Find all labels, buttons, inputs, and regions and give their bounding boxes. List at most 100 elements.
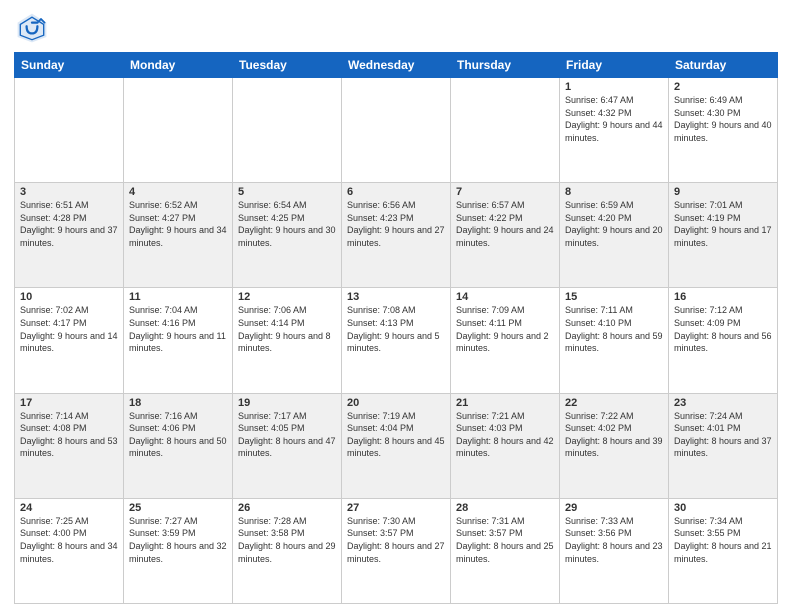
day-number: 25 <box>129 502 227 514</box>
calendar-cell: 19Sunrise: 7:17 AM Sunset: 4:05 PM Dayli… <box>233 393 342 498</box>
day-number: 1 <box>565 81 663 93</box>
calendar-cell: 14Sunrise: 7:09 AM Sunset: 4:11 PM Dayli… <box>451 288 560 393</box>
calendar-cell: 29Sunrise: 7:33 AM Sunset: 3:56 PM Dayli… <box>560 498 669 603</box>
day-number: 8 <box>565 186 663 198</box>
day-info: Sunrise: 7:06 AM Sunset: 4:14 PM Dayligh… <box>238 304 336 354</box>
logo <box>14 10 54 46</box>
calendar-week-4: 17Sunrise: 7:14 AM Sunset: 4:08 PM Dayli… <box>15 393 778 498</box>
day-number: 14 <box>456 291 554 303</box>
calendar-cell: 3Sunrise: 6:51 AM Sunset: 4:28 PM Daylig… <box>15 183 124 288</box>
col-friday: Friday <box>560 53 669 78</box>
day-number: 18 <box>129 397 227 409</box>
col-monday: Monday <box>124 53 233 78</box>
day-info: Sunrise: 7:25 AM Sunset: 4:00 PM Dayligh… <box>20 515 118 565</box>
day-number: 29 <box>565 502 663 514</box>
day-info: Sunrise: 7:12 AM Sunset: 4:09 PM Dayligh… <box>674 304 772 354</box>
day-number: 19 <box>238 397 336 409</box>
calendar-table: Sunday Monday Tuesday Wednesday Thursday… <box>14 52 778 604</box>
calendar-cell: 1Sunrise: 6:47 AM Sunset: 4:32 PM Daylig… <box>560 78 669 183</box>
day-info: Sunrise: 7:08 AM Sunset: 4:13 PM Dayligh… <box>347 304 445 354</box>
day-info: Sunrise: 6:54 AM Sunset: 4:25 PM Dayligh… <box>238 199 336 249</box>
day-info: Sunrise: 7:17 AM Sunset: 4:05 PM Dayligh… <box>238 410 336 460</box>
col-sunday: Sunday <box>15 53 124 78</box>
day-info: Sunrise: 7:04 AM Sunset: 4:16 PM Dayligh… <box>129 304 227 354</box>
day-info: Sunrise: 7:16 AM Sunset: 4:06 PM Dayligh… <box>129 410 227 460</box>
logo-icon <box>14 10 50 46</box>
calendar-cell: 28Sunrise: 7:31 AM Sunset: 3:57 PM Dayli… <box>451 498 560 603</box>
day-number: 11 <box>129 291 227 303</box>
day-number: 23 <box>674 397 772 409</box>
calendar-cell: 25Sunrise: 7:27 AM Sunset: 3:59 PM Dayli… <box>124 498 233 603</box>
day-number: 5 <box>238 186 336 198</box>
day-info: Sunrise: 7:22 AM Sunset: 4:02 PM Dayligh… <box>565 410 663 460</box>
col-thursday: Thursday <box>451 53 560 78</box>
day-number: 4 <box>129 186 227 198</box>
day-number: 15 <box>565 291 663 303</box>
day-info: Sunrise: 7:02 AM Sunset: 4:17 PM Dayligh… <box>20 304 118 354</box>
day-info: Sunrise: 7:31 AM Sunset: 3:57 PM Dayligh… <box>456 515 554 565</box>
day-info: Sunrise: 7:30 AM Sunset: 3:57 PM Dayligh… <box>347 515 445 565</box>
day-info: Sunrise: 7:21 AM Sunset: 4:03 PM Dayligh… <box>456 410 554 460</box>
day-number: 13 <box>347 291 445 303</box>
calendar-cell: 20Sunrise: 7:19 AM Sunset: 4:04 PM Dayli… <box>342 393 451 498</box>
calendar-cell: 8Sunrise: 6:59 AM Sunset: 4:20 PM Daylig… <box>560 183 669 288</box>
calendar-week-2: 3Sunrise: 6:51 AM Sunset: 4:28 PM Daylig… <box>15 183 778 288</box>
calendar-cell: 24Sunrise: 7:25 AM Sunset: 4:00 PM Dayli… <box>15 498 124 603</box>
calendar-cell: 9Sunrise: 7:01 AM Sunset: 4:19 PM Daylig… <box>669 183 778 288</box>
page-container: Sunday Monday Tuesday Wednesday Thursday… <box>0 0 792 612</box>
day-number: 2 <box>674 81 772 93</box>
calendar-cell: 17Sunrise: 7:14 AM Sunset: 4:08 PM Dayli… <box>15 393 124 498</box>
calendar-cell: 15Sunrise: 7:11 AM Sunset: 4:10 PM Dayli… <box>560 288 669 393</box>
calendar-cell: 21Sunrise: 7:21 AM Sunset: 4:03 PM Dayli… <box>451 393 560 498</box>
day-info: Sunrise: 7:28 AM Sunset: 3:58 PM Dayligh… <box>238 515 336 565</box>
day-number: 16 <box>674 291 772 303</box>
day-info: Sunrise: 6:49 AM Sunset: 4:30 PM Dayligh… <box>674 94 772 144</box>
day-info: Sunrise: 7:11 AM Sunset: 4:10 PM Dayligh… <box>565 304 663 354</box>
calendar-cell: 18Sunrise: 7:16 AM Sunset: 4:06 PM Dayli… <box>124 393 233 498</box>
calendar-cell: 6Sunrise: 6:56 AM Sunset: 4:23 PM Daylig… <box>342 183 451 288</box>
calendar-cell: 7Sunrise: 6:57 AM Sunset: 4:22 PM Daylig… <box>451 183 560 288</box>
header-row: Sunday Monday Tuesday Wednesday Thursday… <box>15 53 778 78</box>
day-number: 6 <box>347 186 445 198</box>
day-info: Sunrise: 7:19 AM Sunset: 4:04 PM Dayligh… <box>347 410 445 460</box>
calendar-cell: 4Sunrise: 6:52 AM Sunset: 4:27 PM Daylig… <box>124 183 233 288</box>
calendar-cell <box>124 78 233 183</box>
day-info: Sunrise: 7:24 AM Sunset: 4:01 PM Dayligh… <box>674 410 772 460</box>
calendar-cell: 12Sunrise: 7:06 AM Sunset: 4:14 PM Dayli… <box>233 288 342 393</box>
col-tuesday: Tuesday <box>233 53 342 78</box>
day-number: 10 <box>20 291 118 303</box>
day-number: 7 <box>456 186 554 198</box>
calendar-cell <box>342 78 451 183</box>
calendar-week-1: 1Sunrise: 6:47 AM Sunset: 4:32 PM Daylig… <box>15 78 778 183</box>
day-number: 26 <box>238 502 336 514</box>
day-info: Sunrise: 6:51 AM Sunset: 4:28 PM Dayligh… <box>20 199 118 249</box>
day-info: Sunrise: 7:27 AM Sunset: 3:59 PM Dayligh… <box>129 515 227 565</box>
calendar-cell: 10Sunrise: 7:02 AM Sunset: 4:17 PM Dayli… <box>15 288 124 393</box>
day-number: 3 <box>20 186 118 198</box>
col-wednesday: Wednesday <box>342 53 451 78</box>
day-number: 12 <box>238 291 336 303</box>
day-number: 24 <box>20 502 118 514</box>
day-info: Sunrise: 7:09 AM Sunset: 4:11 PM Dayligh… <box>456 304 554 354</box>
calendar-cell: 26Sunrise: 7:28 AM Sunset: 3:58 PM Dayli… <box>233 498 342 603</box>
day-number: 20 <box>347 397 445 409</box>
day-info: Sunrise: 6:56 AM Sunset: 4:23 PM Dayligh… <box>347 199 445 249</box>
calendar-week-5: 24Sunrise: 7:25 AM Sunset: 4:00 PM Dayli… <box>15 498 778 603</box>
calendar-cell: 22Sunrise: 7:22 AM Sunset: 4:02 PM Dayli… <box>560 393 669 498</box>
calendar-cell: 16Sunrise: 7:12 AM Sunset: 4:09 PM Dayli… <box>669 288 778 393</box>
day-number: 27 <box>347 502 445 514</box>
day-number: 9 <box>674 186 772 198</box>
calendar-cell <box>451 78 560 183</box>
day-info: Sunrise: 7:01 AM Sunset: 4:19 PM Dayligh… <box>674 199 772 249</box>
calendar-cell: 30Sunrise: 7:34 AM Sunset: 3:55 PM Dayli… <box>669 498 778 603</box>
calendar-cell: 11Sunrise: 7:04 AM Sunset: 4:16 PM Dayli… <box>124 288 233 393</box>
day-info: Sunrise: 7:34 AM Sunset: 3:55 PM Dayligh… <box>674 515 772 565</box>
header <box>14 10 778 46</box>
calendar-cell: 5Sunrise: 6:54 AM Sunset: 4:25 PM Daylig… <box>233 183 342 288</box>
day-info: Sunrise: 6:57 AM Sunset: 4:22 PM Dayligh… <box>456 199 554 249</box>
day-info: Sunrise: 6:52 AM Sunset: 4:27 PM Dayligh… <box>129 199 227 249</box>
calendar-week-3: 10Sunrise: 7:02 AM Sunset: 4:17 PM Dayli… <box>15 288 778 393</box>
day-number: 22 <box>565 397 663 409</box>
day-info: Sunrise: 7:14 AM Sunset: 4:08 PM Dayligh… <box>20 410 118 460</box>
day-info: Sunrise: 6:47 AM Sunset: 4:32 PM Dayligh… <box>565 94 663 144</box>
